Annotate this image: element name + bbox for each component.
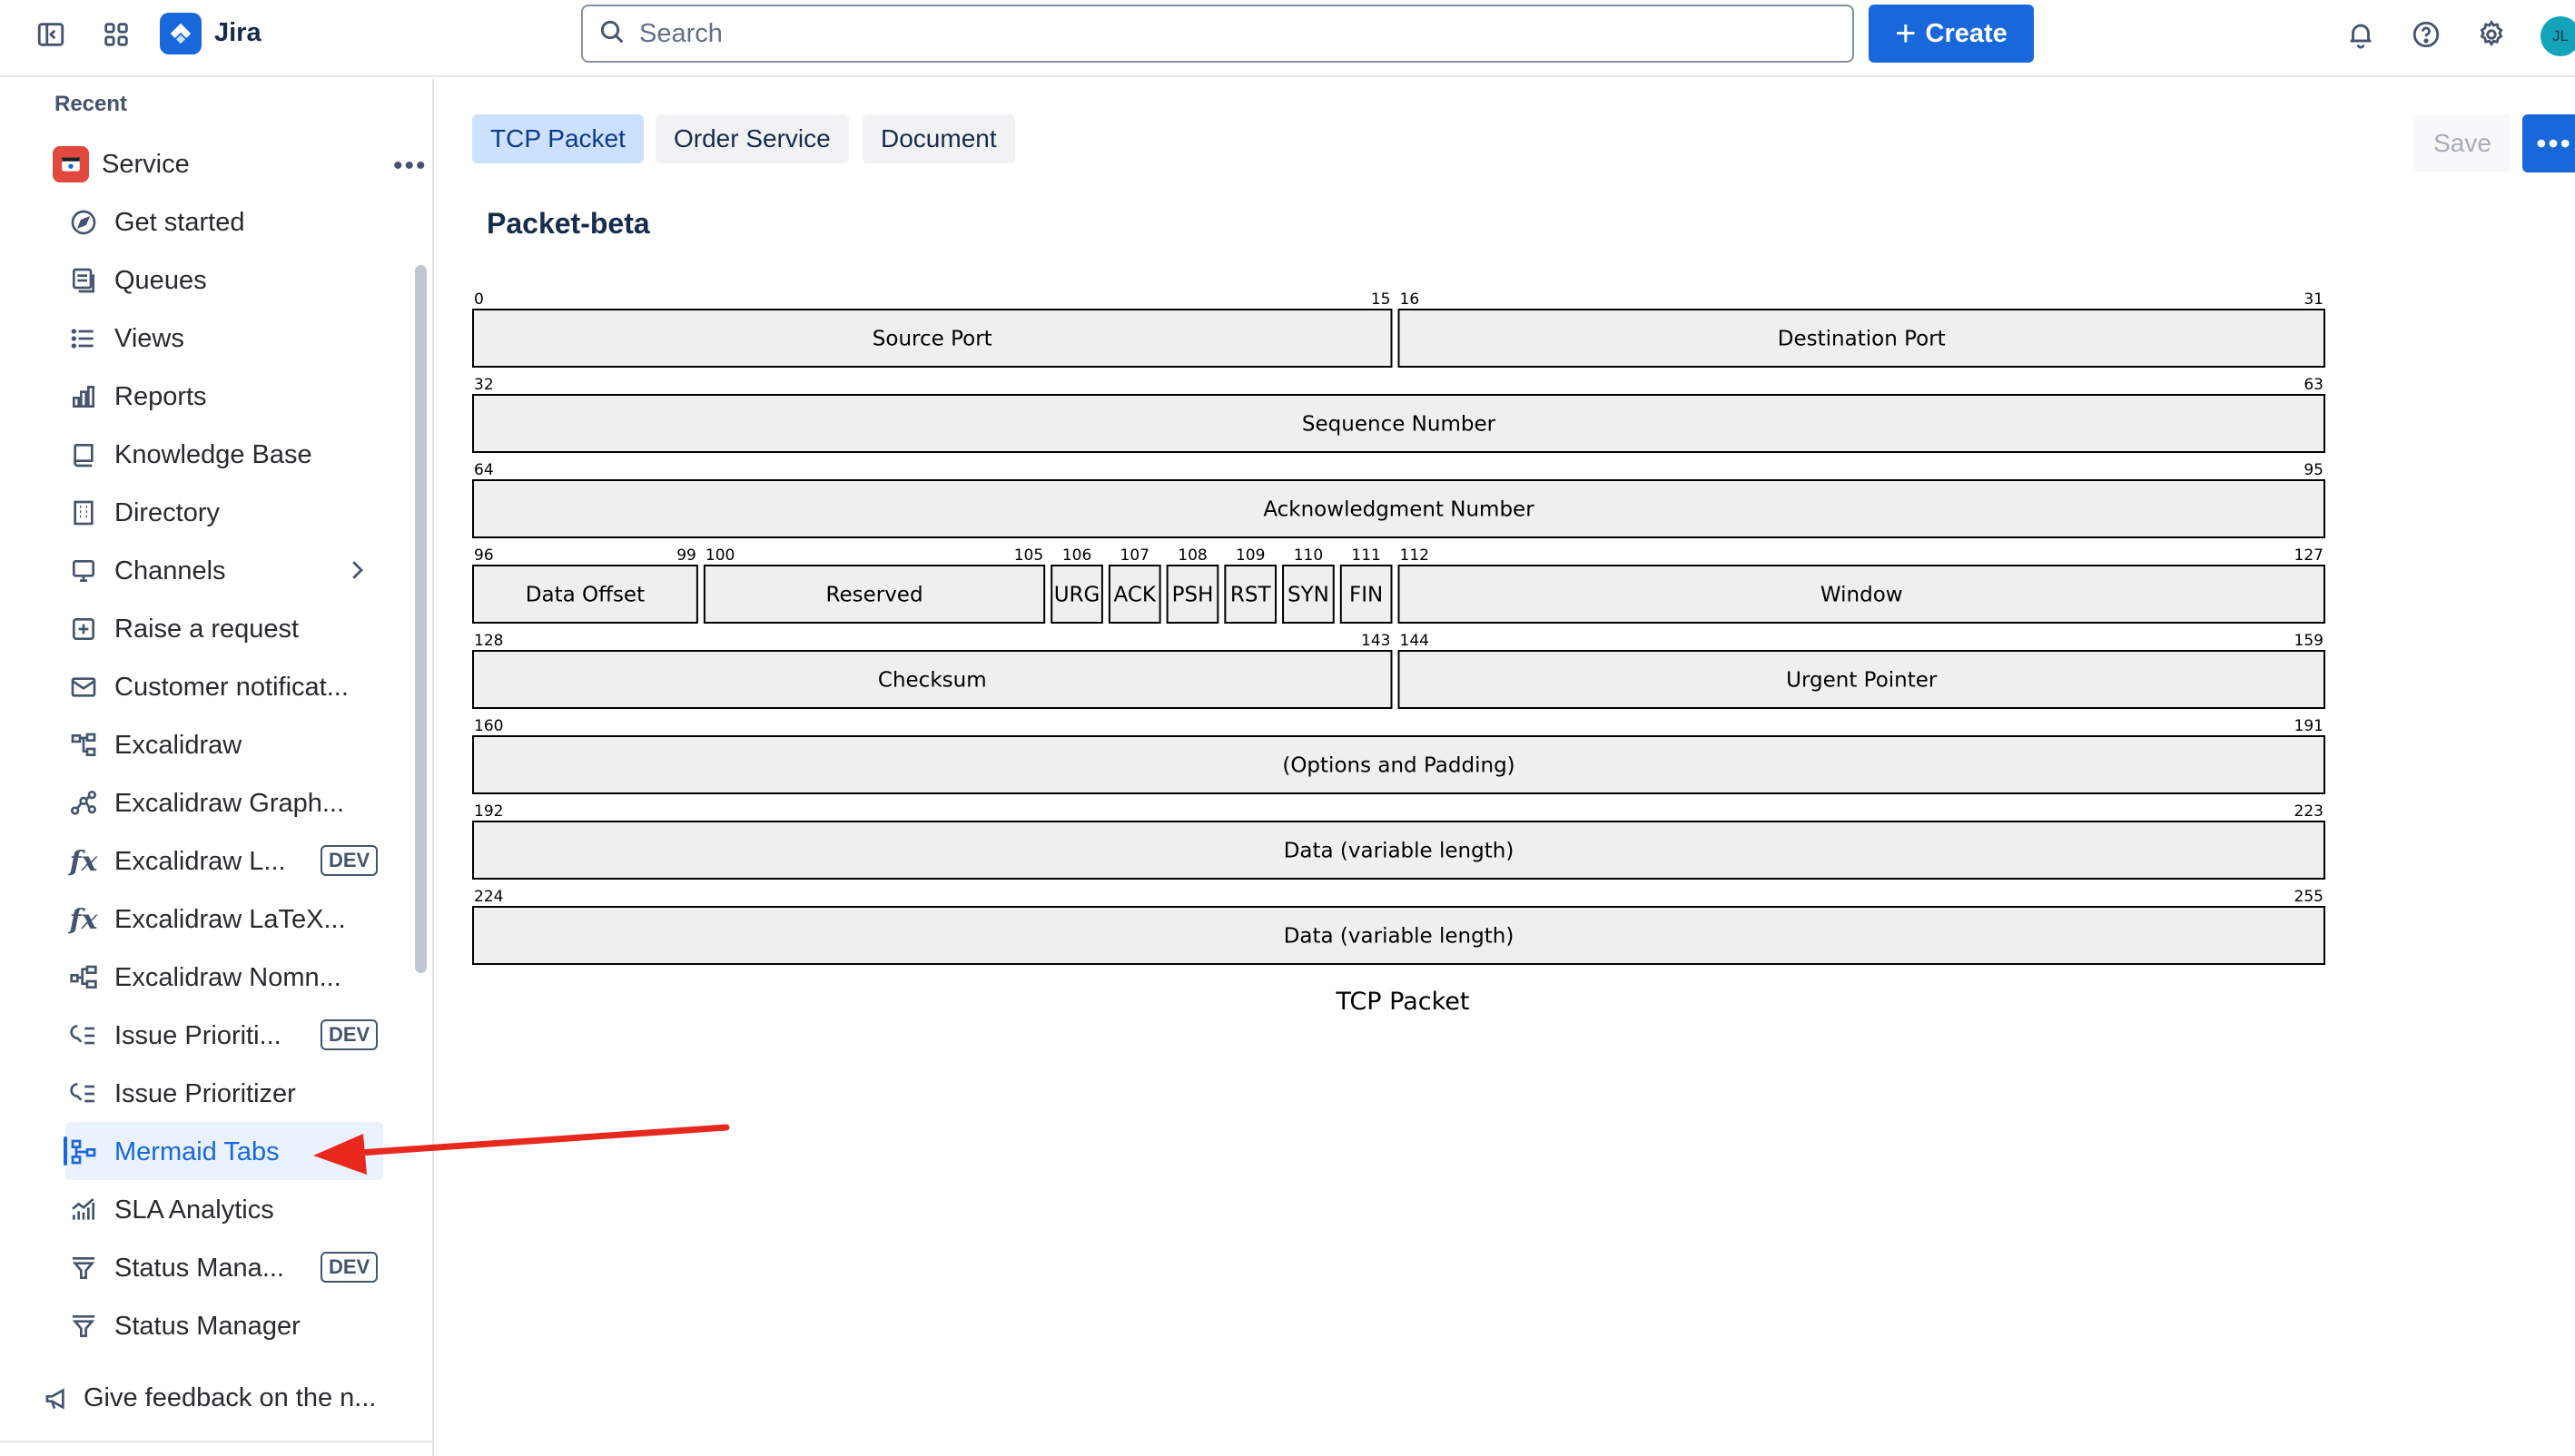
- bit-start-label: 128: [474, 632, 503, 650]
- packet-field: PSH 108: [1166, 546, 1219, 624]
- packet-field: Data Offset 96 99: [472, 546, 698, 624]
- packet-field: Destination Port 16 31: [1397, 290, 2325, 368]
- packet-field-label: Source Port: [873, 328, 992, 351]
- bit-index-label: 111: [1351, 546, 1380, 565]
- bit-start-label: 100: [705, 546, 735, 565]
- packet-field-label: ACK: [1114, 584, 1157, 607]
- packet-field: ACK 107: [1108, 546, 1161, 624]
- packet-field-label: (Options and Padding): [1282, 754, 1514, 778]
- bit-start-label: 224: [474, 888, 503, 906]
- packet-field: (Options and Padding) 160 191: [472, 717, 2325, 794]
- packet-field: URG 106: [1051, 546, 1103, 624]
- bit-end-label: 191: [2294, 717, 2323, 735]
- packet-field-label: Urgent Pointer: [1786, 669, 1938, 693]
- bit-end-label: 95: [2304, 461, 2323, 479]
- bit-end-label: 159: [2294, 632, 2323, 650]
- bit-start-label: 16: [1400, 290, 1420, 309]
- packet-field: Urgent Pointer 144 159: [1397, 632, 2325, 709]
- bit-index-label: 110: [1294, 546, 1323, 565]
- bit-end-label: 143: [1361, 632, 1390, 650]
- packet-field: Data (variable length) 224 255: [472, 888, 2325, 965]
- packet-field-label: SYN: [1288, 584, 1329, 607]
- packet-field-label: Checksum: [878, 669, 987, 693]
- packet-field-label: Data (variable length): [1284, 840, 1514, 863]
- bit-end-label: 15: [1371, 290, 1391, 309]
- packet-field: RST 109: [1224, 546, 1278, 624]
- packet-field-label: Destination Port: [1778, 328, 1946, 351]
- packet-field-label: Data (variable length): [1284, 925, 1514, 949]
- packet-field-label: Sequence Number: [1302, 413, 1496, 437]
- packet-field: Data (variable length) 192 223: [472, 802, 2325, 880]
- packet-field-label: PSH: [1172, 584, 1214, 607]
- packet-field: Checksum 128 143: [472, 632, 1393, 709]
- packet-field-label: Acknowledgment Number: [1263, 498, 1534, 522]
- packet-field-label: RST: [1230, 584, 1272, 607]
- bit-end-label: 105: [1014, 546, 1043, 565]
- bit-start-label: 64: [474, 461, 494, 479]
- packet-field-label: FIN: [1349, 584, 1383, 607]
- bit-index-label: 109: [1236, 546, 1265, 565]
- bit-end-label: 99: [676, 546, 696, 565]
- bit-end-label: 31: [2304, 290, 2323, 309]
- packet-field-label: URG: [1054, 584, 1100, 607]
- packet-field: SYN 110: [1282, 546, 1335, 624]
- bit-index-label: 108: [1178, 546, 1207, 565]
- bit-start-label: 96: [474, 546, 494, 565]
- bit-index-label: 106: [1062, 546, 1091, 565]
- diagram-title: TCP Packet: [1336, 988, 1470, 1016]
- packet-field-label: Reserved: [826, 584, 923, 607]
- bit-start-label: 112: [1400, 546, 1429, 565]
- packet-field: Reserved 100 105: [703, 546, 1046, 624]
- bit-end-label: 223: [2294, 802, 2323, 821]
- bit-end-label: 255: [2294, 888, 2323, 906]
- packet-field: Window 112 127: [1397, 546, 2325, 624]
- bit-index-label: 107: [1120, 546, 1149, 565]
- bit-end-label: 63: [2304, 376, 2323, 394]
- packet-field: Sequence Number 32 63: [472, 376, 2325, 453]
- bit-start-label: 192: [474, 802, 503, 821]
- bit-end-label: 127: [2294, 546, 2323, 565]
- packet-field: Acknowledgment Number 64 95: [472, 461, 2325, 538]
- packet-field: Source Port 0 15: [472, 290, 1393, 368]
- bit-start-label: 0: [474, 290, 484, 309]
- packet-diagram: Source Port 0 15 Destination Port 16 31 Sequen…: [472, 290, 2325, 965]
- bit-start-label: 32: [474, 376, 494, 394]
- bit-start-label: 144: [1400, 632, 1429, 650]
- packet-field-label: Data Offset: [526, 584, 645, 607]
- packet-field-label: Window: [1820, 584, 1903, 607]
- bit-start-label: 160: [474, 717, 503, 735]
- packet-field: FIN 111: [1339, 546, 1393, 624]
